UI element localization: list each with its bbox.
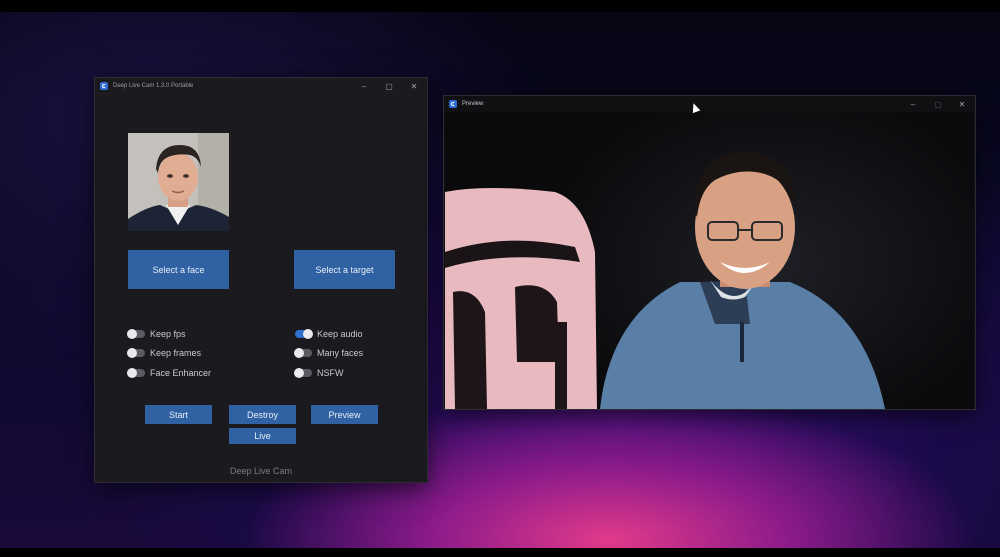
maximize-button[interactable]: ▢ — [376, 78, 402, 94]
minimize-button[interactable]: – — [351, 78, 377, 94]
keep-audio-toggle[interactable]: Keep audio — [295, 328, 363, 340]
switch-knob — [303, 329, 313, 339]
preview-logo-icon — [449, 100, 457, 108]
letterbox-bottom — [0, 548, 1000, 557]
switch-track — [127, 368, 145, 378]
maximize-icon: ▢ — [934, 99, 942, 109]
nsfw-toggle[interactable]: NSFW — [294, 367, 344, 379]
preview-frame-illustration — [445, 152, 885, 409]
minimize-icon: – — [910, 99, 916, 109]
minimize-icon: – — [361, 81, 367, 91]
switch-track — [294, 368, 312, 378]
many-faces-label: Many faces — [317, 348, 364, 358]
switch-track — [295, 329, 313, 339]
switch-knob — [127, 368, 137, 378]
app-logo-icon — [100, 82, 108, 90]
face-enhancer-toggle[interactable]: Face Enhancer — [127, 367, 212, 379]
switch-knob — [127, 348, 137, 358]
close-button[interactable]: ✕ — [401, 78, 427, 94]
switch-knob — [294, 368, 304, 378]
switch-track — [294, 348, 312, 358]
switch-track — [127, 329, 145, 339]
live-button[interactable]: Live — [229, 428, 296, 444]
keep-fps-toggle[interactable]: Keep fps — [127, 328, 186, 340]
face-enhancer-label: Face Enhancer — [150, 368, 212, 378]
close-icon: ✕ — [958, 99, 966, 109]
start-button[interactable]: Start — [145, 405, 212, 424]
preview-button[interactable]: Preview — [311, 405, 378, 424]
switch-knob — [127, 329, 137, 339]
deep-live-cam-window: Deep Live Cam 1.3.0 Portable – ▢ ✕ Selec… — [94, 77, 428, 483]
many-faces-toggle[interactable]: Many faces — [294, 347, 364, 359]
preview-maximize-button[interactable]: ▢ — [925, 96, 951, 112]
destroy-button[interactable]: Destroy — [229, 405, 296, 424]
select-target-button[interactable]: Select a target — [294, 250, 395, 289]
keep-fps-label: Keep fps — [150, 329, 186, 339]
close-icon: ✕ — [410, 81, 418, 91]
letterbox-top — [0, 0, 1000, 12]
preview-window-title: Preview — [462, 101, 484, 107]
app-window-title: Deep Live Cam 1.3.0 Portable — [113, 83, 194, 89]
keep-frames-label: Keep frames — [150, 348, 202, 358]
keep-audio-label: Keep audio — [317, 329, 363, 339]
keep-frames-toggle[interactable]: Keep frames — [127, 347, 202, 359]
nsfw-label: NSFW — [317, 368, 344, 378]
preview-minimize-button[interactable]: – — [900, 96, 926, 112]
select-face-button[interactable]: Select a face — [128, 250, 229, 289]
preview-titlebar[interactable]: Preview — [444, 96, 975, 112]
app-footer-label: Deep Live Cam — [229, 466, 293, 476]
preview-window: Preview – ▢ ✕ — [443, 95, 976, 410]
maximize-icon: ▢ — [385, 81, 393, 91]
source-face-image — [128, 133, 229, 231]
live-preview-video — [445, 112, 974, 409]
preview-close-button[interactable]: ✕ — [949, 96, 975, 112]
switch-track — [127, 348, 145, 358]
source-face-portrait — [128, 133, 229, 231]
switch-knob — [294, 348, 304, 358]
